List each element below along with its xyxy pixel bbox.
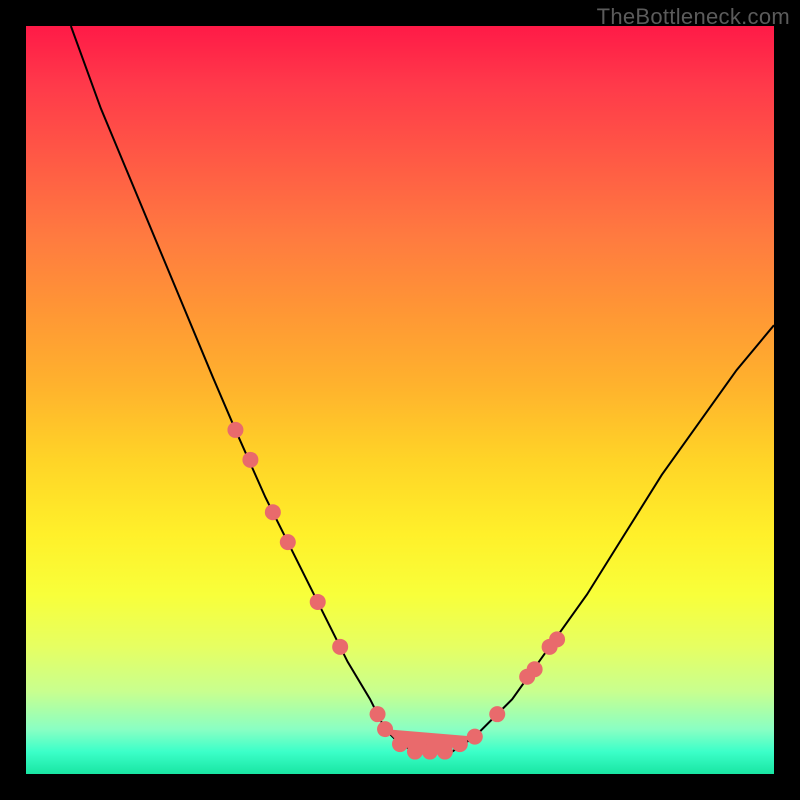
data-marker <box>489 706 505 722</box>
data-marker <box>265 504 281 520</box>
data-marker <box>280 534 296 550</box>
marker-group <box>227 422 565 760</box>
data-marker <box>242 452 258 468</box>
data-marker <box>377 721 393 737</box>
data-marker <box>392 736 408 752</box>
data-marker <box>452 736 468 752</box>
watermark-text: TheBottleneck.com <box>597 4 790 30</box>
bottleneck-plot <box>26 26 774 774</box>
data-marker <box>467 729 483 745</box>
bottleneck-curve <box>71 26 774 752</box>
data-marker <box>407 744 423 760</box>
data-marker <box>437 744 453 760</box>
data-marker <box>549 631 565 647</box>
data-marker <box>310 594 326 610</box>
data-marker <box>527 661 543 677</box>
chart-area <box>26 26 774 774</box>
data-marker <box>422 744 438 760</box>
data-marker <box>332 639 348 655</box>
data-marker <box>227 422 243 438</box>
data-marker <box>370 706 386 722</box>
